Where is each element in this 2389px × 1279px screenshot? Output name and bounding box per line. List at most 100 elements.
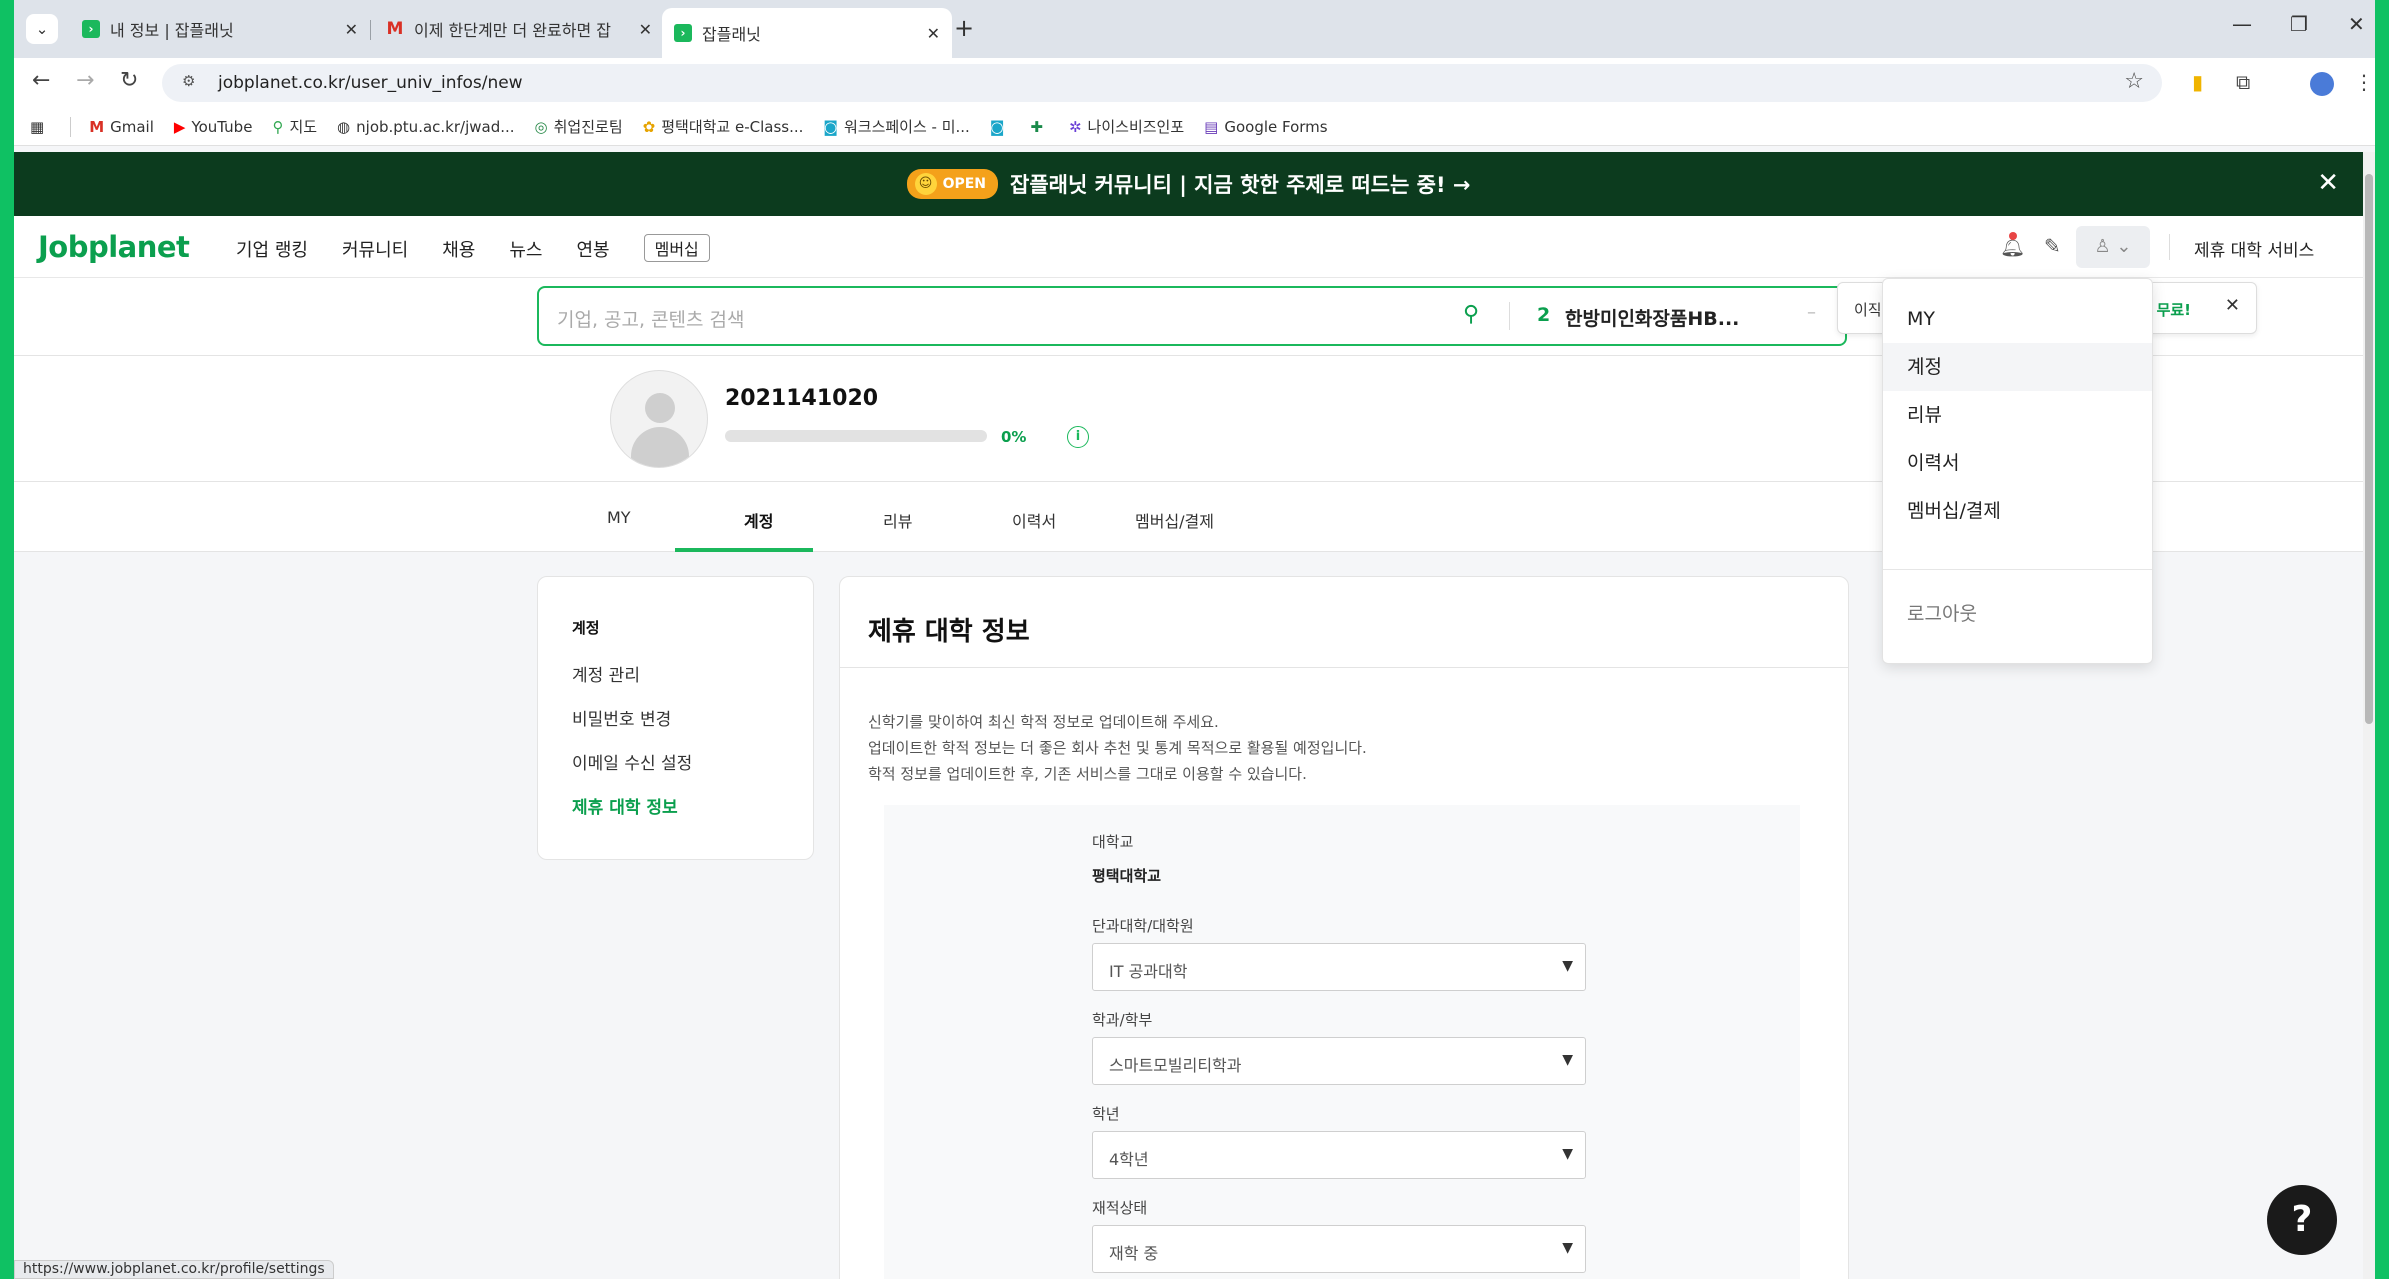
avatar[interactable] xyxy=(610,370,708,468)
rank-change: – xyxy=(1807,302,1816,323)
close-icon[interactable]: ✕ xyxy=(927,24,940,43)
college-select[interactable]: IT 공과대학 ▼ xyxy=(1092,943,1586,991)
header-divider xyxy=(2169,234,2170,260)
scrollbar-thumb[interactable] xyxy=(2365,174,2373,724)
reload-icon[interactable]: ↻ xyxy=(120,68,138,93)
apps-icon[interactable]: ▦ xyxy=(30,118,50,136)
tab-resume[interactable]: 이력서 xyxy=(1012,508,1056,532)
menu-item-membership[interactable]: 멤버십/결제 xyxy=(1883,487,2152,535)
close-icon[interactable]: ✕ xyxy=(2317,168,2339,198)
nav-item-ranking[interactable]: 기업 랭킹 xyxy=(236,236,308,262)
help-button[interactable]: ? xyxy=(2267,1185,2337,1255)
menu-item-resume[interactable]: 이력서 xyxy=(1883,439,2152,487)
menu-item-account[interactable]: 계정 xyxy=(1883,343,2152,391)
back-icon[interactable]: ← xyxy=(32,68,50,93)
forward-icon[interactable]: → xyxy=(76,68,94,93)
address-bar[interactable]: ⚙ jobplanet.co.kr/user_univ_infos/new ☆ xyxy=(162,64,2162,102)
new-tab-button[interactable]: + xyxy=(954,14,974,42)
tab-strip: ⌄ › 내 정보 | 잡플래닛 ✕ M 이제 한단계만 더 완료하면 잡 ✕ ›… xyxy=(14,0,2375,58)
bookmark-label: 나이스비즈인포 xyxy=(1087,118,1185,136)
close-icon[interactable]: ✕ xyxy=(2225,295,2240,316)
browser-tab-2[interactable]: M 이제 한단계만 더 완료하면 잡 ✕ xyxy=(374,10,664,48)
nav-item-salary[interactable]: 연봉 xyxy=(576,236,609,262)
college-value: IT 공과대학 xyxy=(1109,962,1188,981)
bookmark-maps[interactable]: ⚲ 지도 xyxy=(272,116,317,137)
browser-tab-1[interactable]: › 내 정보 | 잡플래닛 ✕ xyxy=(70,10,370,48)
sidebar-item-university-info[interactable]: 제휴 대학 정보 xyxy=(572,793,678,818)
dropdown-arrow-icon: ▼ xyxy=(1562,1240,1573,1256)
status-select[interactable]: 재학 중 ▼ xyxy=(1092,1225,1586,1273)
bookmark-nicebiz[interactable]: ✲ 나이스비즈인포 xyxy=(1069,116,1184,137)
profile-avatar-icon[interactable] xyxy=(2310,72,2334,96)
bookmark-label: YouTube xyxy=(191,117,253,136)
tab-title: 이제 한단계만 더 완료하면 잡 xyxy=(414,21,611,40)
sidebar-item-password[interactable]: 비밀번호 변경 xyxy=(572,705,671,730)
bookmark-youtube[interactable]: ▶ YouTube xyxy=(174,118,253,136)
bookmark-icon-only-1[interactable]: ◙ xyxy=(990,118,1011,136)
search-icon[interactable]: ⚲ xyxy=(1463,302,1479,327)
tab-search-button[interactable]: ⌄ xyxy=(26,14,58,44)
partner-university-link[interactable]: 제휴 대학 서비스 xyxy=(2194,236,2314,261)
close-icon[interactable]: ✕ xyxy=(345,20,358,39)
bookmark-workspace[interactable]: ◙ 워크스페이스 - 미... xyxy=(823,116,969,137)
search-box[interactable]: 기업, 공고, 콘텐츠 검색 ⚲ 2 한방미인화장품HB... – xyxy=(537,286,1847,346)
browser-window: ⌄ › 내 정보 | 잡플래닛 ✕ M 이제 한단계만 더 완료하면 잡 ✕ ›… xyxy=(14,0,2375,1279)
nav-item-news[interactable]: 뉴스 xyxy=(509,236,542,262)
sidebar-item-email-settings[interactable]: 이메일 수신 설정 xyxy=(572,749,692,774)
tab-review[interactable]: 리뷰 xyxy=(883,508,912,532)
tooltip-text-left: 이직 xyxy=(1854,301,1882,319)
profile-progress-bar xyxy=(725,430,987,442)
minimize-icon[interactable]: — xyxy=(2232,12,2252,36)
sidebar-item-account-manage[interactable]: 계정 관리 xyxy=(572,661,640,686)
dropdown-arrow-icon: ▼ xyxy=(1562,1052,1573,1068)
bookmark-career[interactable]: ◎ 취업진로팀 xyxy=(535,116,623,137)
close-window-icon[interactable]: ✕ xyxy=(2348,12,2365,36)
department-select[interactable]: 스마트모빌리티학과 ▼ xyxy=(1092,1037,1586,1085)
search-input[interactable]: 기업, 공고, 콘텐츠 검색 xyxy=(557,305,745,332)
rank-company[interactable]: 한방미인화장품HB... xyxy=(1565,304,1739,331)
nav-item-community[interactable]: 커뮤니티 xyxy=(342,236,408,262)
promo-banner[interactable]: ☺ OPEN 잡플래닛 커뮤니티 | 지금 핫한 주제로 떠드는 중! → ✕ xyxy=(14,152,2363,216)
kebab-menu-icon[interactable]: ⋮ xyxy=(2354,70,2374,94)
tab-membership[interactable]: 멤버십/결제 xyxy=(1135,508,1214,532)
bookmark-icon-only-2[interactable]: ✚ xyxy=(1030,118,1049,136)
pencil-icon[interactable]: ✎ xyxy=(2044,234,2061,258)
avatar-head xyxy=(645,393,675,423)
bookmark-njob[interactable]: ◍ njob.ptu.ac.kr/jwad... xyxy=(337,118,514,136)
bookmark-star-icon[interactable]: ☆ xyxy=(2124,69,2144,94)
info-icon[interactable]: i xyxy=(1067,426,1089,448)
menu-item-review[interactable]: 리뷰 xyxy=(1883,391,2152,439)
browser-tab-3[interactable]: › 잡플래닛 ✕ xyxy=(662,8,952,58)
sidebar-title: 계정 xyxy=(572,619,600,637)
restore-icon[interactable]: ❐ xyxy=(2290,12,2308,36)
nav-item-membership[interactable]: 멤버십 xyxy=(643,234,710,262)
settings-sidebar: 계정 계정 관리 비밀번호 변경 이메일 수신 설정 제휴 대학 정보 xyxy=(537,576,814,860)
jobplanet-logo[interactable]: Jobplanet xyxy=(38,230,190,264)
gmail-favicon-icon: M xyxy=(386,19,404,39)
status-value: 재학 중 xyxy=(1109,1244,1159,1263)
tab-account[interactable]: 계정 xyxy=(744,508,773,532)
logout-button[interactable]: 로그아웃 xyxy=(1907,599,1977,626)
user-menu-button[interactable]: ♙ ⌄ xyxy=(2076,226,2150,268)
avatar-body xyxy=(631,427,689,467)
puzzle-icon[interactable]: ⧉ xyxy=(2236,70,2250,94)
university-value: 평택대학교 xyxy=(1092,867,1162,885)
nav-item-jobs[interactable]: 채용 xyxy=(442,236,475,262)
banner-text[interactable]: 잡플래닛 커뮤니티 | 지금 핫한 주제로 떠드는 중! → xyxy=(1010,169,1470,199)
question-icon: ? xyxy=(2291,1199,2313,1240)
bookmark-eclass[interactable]: ✿ 평택대학교 e-Class... xyxy=(643,116,804,137)
status-label: 재적상태 xyxy=(1092,1199,1148,1217)
bookmark-label: 취업진로팀 xyxy=(553,118,623,136)
menu-item-my[interactable]: MY xyxy=(1883,295,2152,343)
url-text[interactable]: jobplanet.co.kr/user_univ_infos/new xyxy=(218,73,523,93)
app-icon: ✚ xyxy=(1030,117,1043,136)
extension-icon[interactable]: ▮ xyxy=(2192,70,2203,94)
close-icon[interactable]: ✕ xyxy=(639,20,652,39)
bookmark-gmail[interactable]: M Gmail xyxy=(89,118,154,136)
bookmark-forms[interactable]: ▤ Google Forms xyxy=(1204,118,1327,136)
site-settings-icon[interactable]: ⚙ xyxy=(182,72,195,90)
bookmark-label: Google Forms xyxy=(1224,117,1328,136)
page-scrollbar[interactable] xyxy=(2363,152,2375,1279)
grade-select[interactable]: 4학년 ▼ xyxy=(1092,1131,1586,1179)
tab-my[interactable]: MY xyxy=(607,508,631,527)
